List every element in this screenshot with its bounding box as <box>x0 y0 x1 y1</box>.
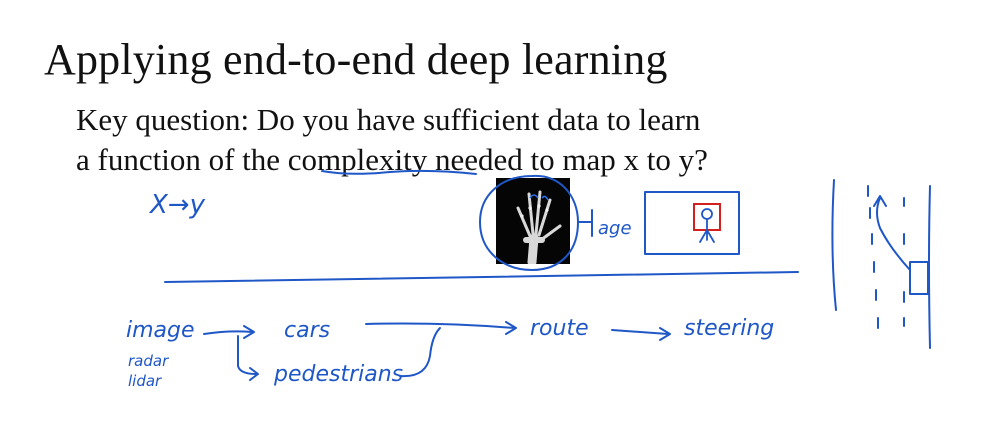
age-label: age <box>598 218 632 239</box>
route-label: route <box>530 316 589 341</box>
radar-label: radar <box>128 352 169 370</box>
cars-label: cars <box>284 318 331 343</box>
arrow-image-to-pedestrians <box>237 335 259 381</box>
complexity-underline <box>321 169 477 175</box>
car-path-arrow <box>873 195 911 271</box>
road-right-edge <box>928 185 931 349</box>
divider-line <box>164 271 799 283</box>
image-label: image <box>126 318 195 343</box>
arrow-image-to-cars <box>203 325 255 339</box>
lidar-label: lidar <box>128 372 162 390</box>
arrow-route-to-steering <box>611 327 671 341</box>
age-arrow <box>577 209 593 237</box>
car-box <box>909 261 929 295</box>
x-to-y-label: X→y <box>150 190 205 220</box>
pedestrians-label: pedestrians <box>274 362 404 387</box>
pedestrians-bracket <box>399 327 441 378</box>
pedestrian-box <box>644 191 740 255</box>
road-left-edge <box>831 179 837 311</box>
pedestrian-head <box>701 208 713 220</box>
xray-circle <box>479 174 579 271</box>
steering-label: steering <box>684 316 775 341</box>
